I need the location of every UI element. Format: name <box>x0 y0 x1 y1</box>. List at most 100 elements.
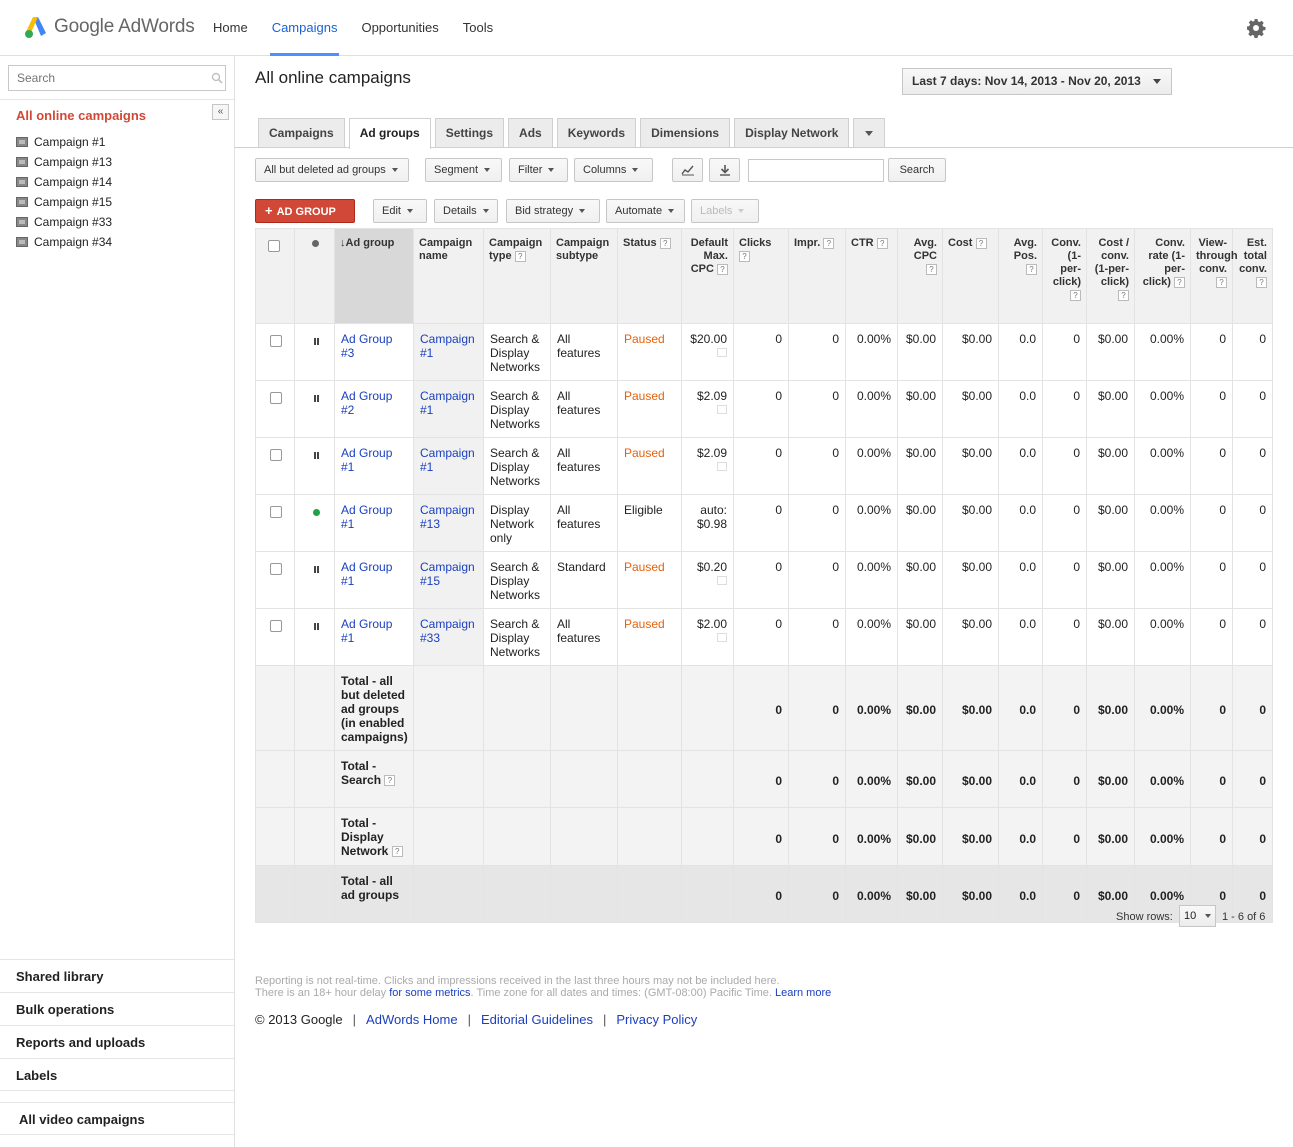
details-dropdown[interactable]: Details <box>434 199 498 223</box>
help-icon[interactable]: ? <box>1256 276 1267 288</box>
header-conv[interactable]: Conv. (1-per-click) ? <box>1042 228 1087 324</box>
default-cpc-cell[interactable]: $2.09 <box>681 380 734 438</box>
select-all-checkbox[interactable] <box>268 240 280 252</box>
sidebar-all-online-campaigns[interactable]: All online campaigns <box>16 108 146 123</box>
sidebar-campaign-item[interactable]: Campaign #14 <box>16 173 112 191</box>
campaign-link[interactable]: Campaign #1 <box>420 389 475 417</box>
help-icon[interactable]: ? <box>926 263 937 275</box>
ad-group-link[interactable]: Ad Group #2 <box>341 389 392 417</box>
nav-home[interactable]: Home <box>201 0 260 56</box>
bid-chart-icon[interactable] <box>717 576 727 585</box>
help-icon[interactable]: ? <box>823 237 835 249</box>
help-icon[interactable]: ? <box>739 250 750 262</box>
help-icon[interactable]: ? <box>514 250 526 262</box>
tab-settings[interactable]: Settings <box>434 118 505 147</box>
segment-dropdown[interactable]: Segment <box>425 158 502 182</box>
tab-ad-groups[interactable]: Ad groups <box>348 118 431 149</box>
labels-dropdown[interactable]: Labels <box>691 199 759 223</box>
campaign-link[interactable]: Campaign #15 <box>420 560 475 588</box>
nav-tools[interactable]: Tools <box>451 0 505 56</box>
header-clicks[interactable]: Clicks ? <box>733 228 789 324</box>
bid-chart-icon[interactable] <box>717 348 727 357</box>
ad-group-filter-view-dropdown[interactable]: All but deleted ad groups <box>255 158 409 182</box>
tab-keywords[interactable]: Keywords <box>556 118 637 147</box>
ad-group-link[interactable]: Ad Group #1 <box>341 617 392 645</box>
nav-campaigns[interactable]: Campaigns <box>260 0 350 56</box>
eligible-status-icon[interactable] <box>313 509 320 516</box>
editorial-guidelines-link[interactable]: Editorial Guidelines <box>481 1011 593 1029</box>
help-icon[interactable]: ? <box>717 263 728 275</box>
privacy-policy-link[interactable]: Privacy Policy <box>616 1011 697 1029</box>
rows-per-page-select[interactable]: 10 <box>1179 905 1216 927</box>
header-avg-pos[interactable]: Avg. Pos. ? <box>998 228 1043 324</box>
learn-more-link[interactable]: Learn more <box>775 987 831 999</box>
default-cpc-cell[interactable]: auto: $0.98 <box>681 494 734 552</box>
campaign-link[interactable]: Campaign #13 <box>420 503 475 531</box>
header-est-total-conv[interactable]: Est. total conv. ? <box>1232 228 1273 324</box>
pause-icon[interactable] <box>314 395 319 402</box>
campaign-link[interactable]: Campaign #33 <box>420 617 475 645</box>
header-impr[interactable]: Impr. ? <box>788 228 846 324</box>
filter-dropdown[interactable]: Filter <box>509 158 568 182</box>
row-checkbox[interactable] <box>270 506 282 518</box>
tab-campaigns[interactable]: Campaigns <box>258 118 345 147</box>
chart-toggle-button[interactable] <box>672 158 703 182</box>
date-range-selector[interactable]: Last 7 days: Nov 14, 2013 - Nov 20, 2013 <box>902 68 1172 95</box>
pause-icon[interactable] <box>314 452 319 459</box>
sidebar-campaign-item[interactable]: Campaign #34 <box>16 233 112 251</box>
bid-strategy-dropdown[interactable]: Bid strategy <box>506 199 600 223</box>
help-icon[interactable]: ? <box>659 237 671 249</box>
header-campaign-type[interactable]: Campaign type ? <box>483 228 551 324</box>
header-default-max-cpc[interactable]: Default Max. CPC ? <box>681 228 734 324</box>
header-view-through-conv[interactable]: View-through conv. ? <box>1190 228 1238 324</box>
gear-icon[interactable] <box>1246 18 1266 38</box>
adwords-logo[interactable]: Google AdWords <box>24 13 195 41</box>
default-cpc-cell[interactable]: $2.09 <box>681 437 734 495</box>
download-button[interactable] <box>709 158 740 182</box>
help-icon[interactable]: ? <box>1216 276 1227 288</box>
help-icon[interactable]: ? <box>1174 276 1185 288</box>
pause-icon[interactable] <box>314 338 319 345</box>
bid-chart-icon[interactable] <box>717 462 727 471</box>
help-icon[interactable]: ? <box>384 775 396 787</box>
help-icon[interactable]: ? <box>391 846 403 858</box>
default-cpc-cell[interactable]: $0.20 <box>681 551 734 609</box>
ad-group-link[interactable]: Ad Group #1 <box>341 503 392 531</box>
bid-chart-icon[interactable] <box>717 405 727 414</box>
some-metrics-link[interactable]: for some metrics <box>389 987 470 999</box>
tab-more-dropdown[interactable] <box>853 118 886 147</box>
sidebar-search-input[interactable] <box>8 65 226 91</box>
row-checkbox[interactable] <box>270 563 282 575</box>
table-search-input[interactable] <box>748 159 884 182</box>
row-checkbox[interactable] <box>270 620 282 632</box>
nav-opportunities[interactable]: Opportunities <box>349 0 450 56</box>
header-cost[interactable]: Cost ? <box>942 228 999 324</box>
header-campaign-subtype[interactable]: Campaign subtype <box>550 228 618 324</box>
header-avg-cpc[interactable]: Avg. CPC ? <box>897 228 943 324</box>
sidebar-labels[interactable]: Labels <box>0 1058 234 1091</box>
edit-dropdown[interactable]: Edit <box>373 199 427 223</box>
row-checkbox[interactable] <box>270 392 282 404</box>
help-icon[interactable]: ? <box>1118 289 1129 301</box>
columns-dropdown[interactable]: Columns <box>574 158 653 182</box>
search-button[interactable]: Search <box>888 158 946 182</box>
bid-chart-icon[interactable] <box>717 633 727 642</box>
header-ad-group[interactable]: ↓Ad group <box>334 228 414 324</box>
adwords-home-link[interactable]: AdWords Home <box>366 1011 458 1029</box>
ad-group-link[interactable]: Ad Group #1 <box>341 560 392 588</box>
help-icon[interactable]: ? <box>1070 289 1081 301</box>
default-cpc-cell[interactable]: $2.00 <box>681 608 734 666</box>
ad-group-link[interactable]: Ad Group #3 <box>341 332 392 360</box>
ad-group-link[interactable]: Ad Group #1 <box>341 446 392 474</box>
add-ad-group-button[interactable]: + AD GROUP <box>255 199 355 223</box>
sidebar-bulk-operations[interactable]: Bulk operations <box>0 992 234 1025</box>
help-icon[interactable]: ? <box>876 237 888 249</box>
row-checkbox[interactable] <box>270 449 282 461</box>
campaign-link[interactable]: Campaign #1 <box>420 446 475 474</box>
default-cpc-cell[interactable]: $20.00 <box>681 323 734 381</box>
pause-icon[interactable] <box>314 623 319 630</box>
header-conv-rate[interactable]: Conv. rate (1-per-click) ? <box>1134 228 1191 324</box>
tab-ads[interactable]: Ads <box>508 118 553 147</box>
sidebar-reports-uploads[interactable]: Reports and uploads <box>0 1025 234 1058</box>
pause-icon[interactable] <box>314 566 319 573</box>
